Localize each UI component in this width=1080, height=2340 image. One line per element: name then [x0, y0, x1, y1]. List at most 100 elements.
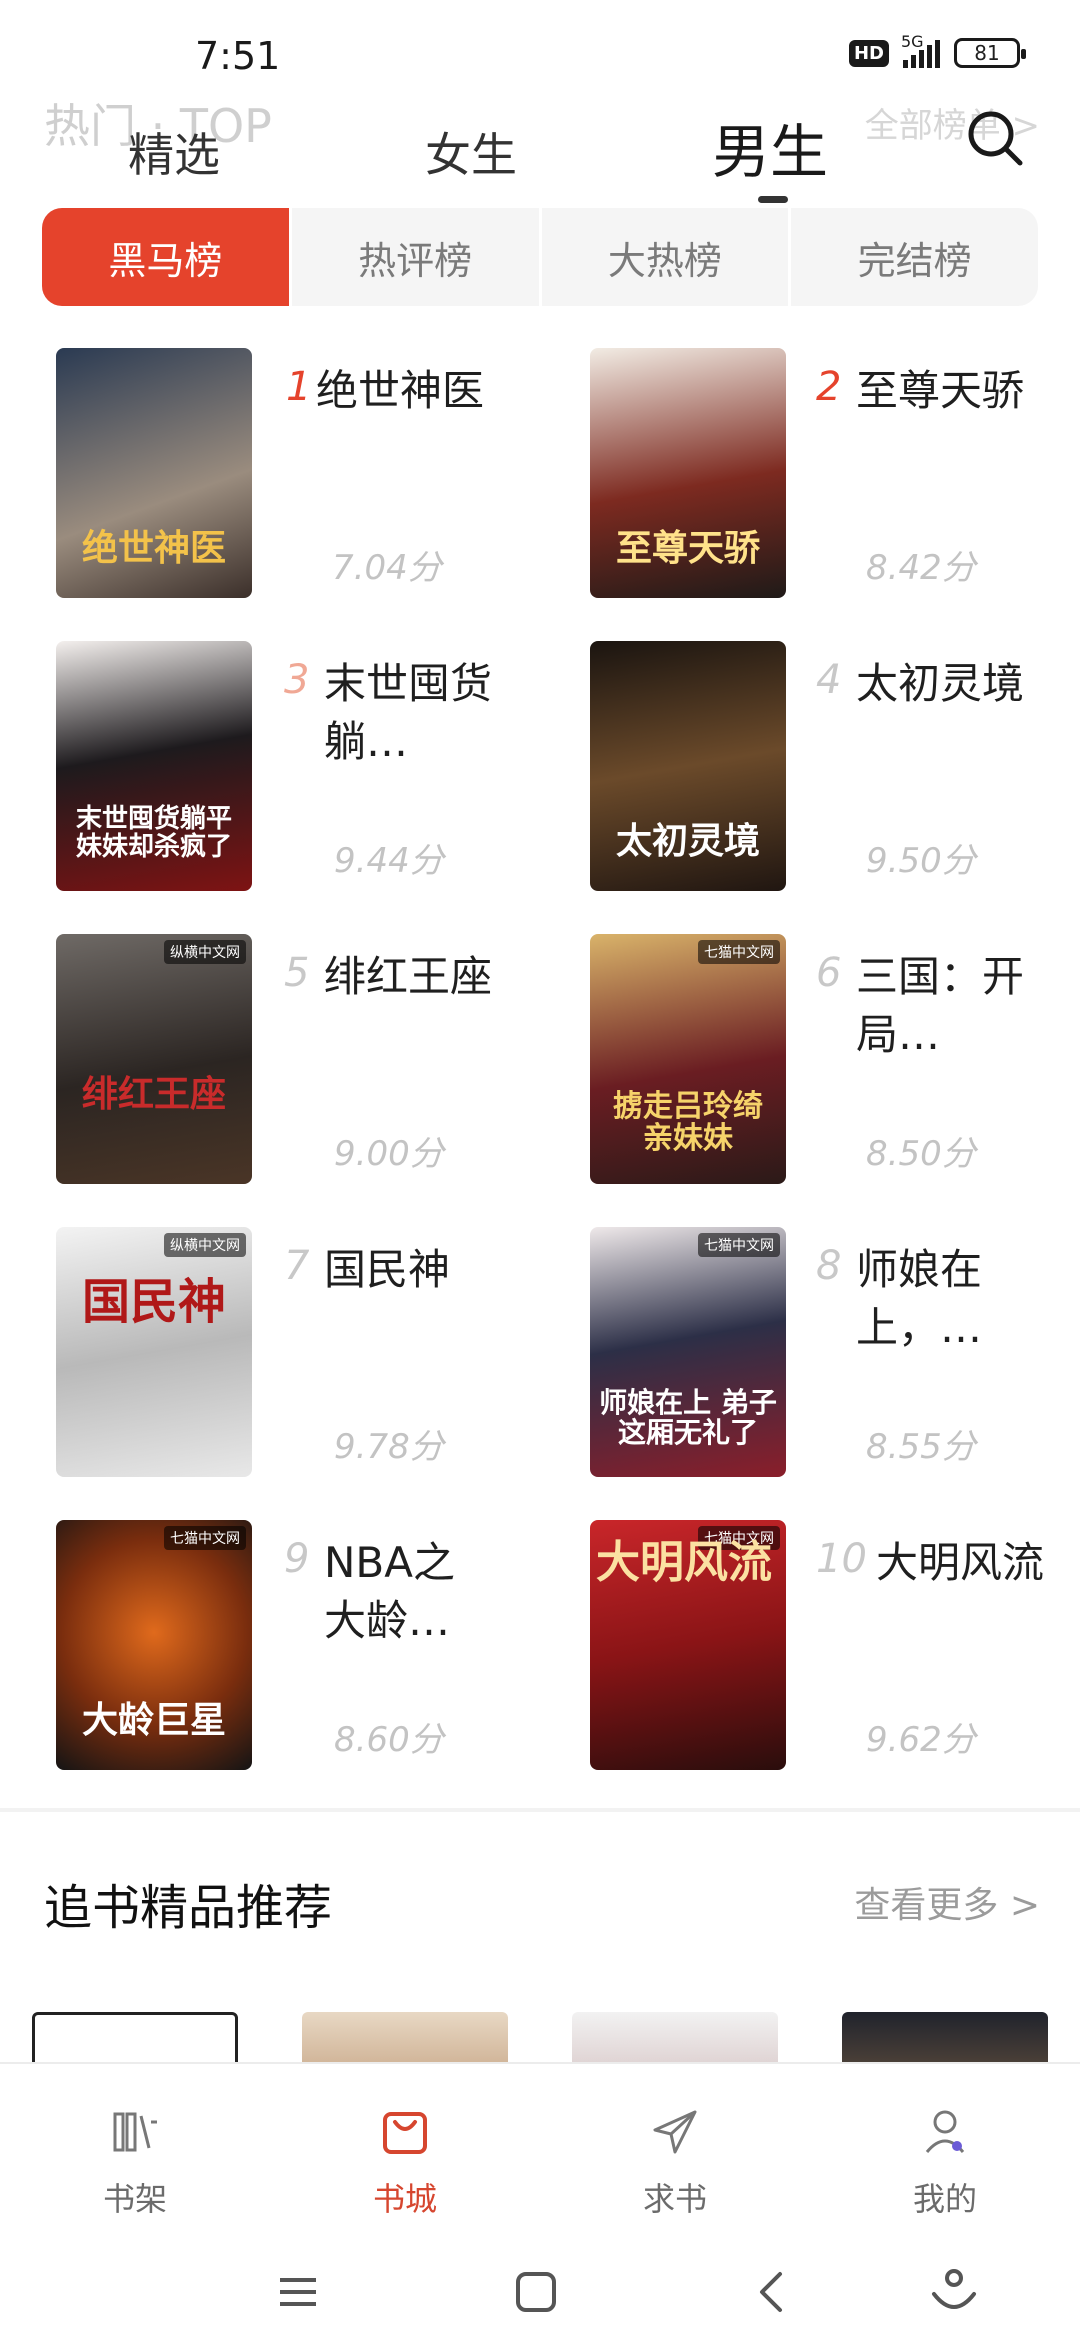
status-indicators: HD 5G 81: [848, 32, 1026, 68]
book-score: 8.50分: [866, 1134, 976, 1174]
profile-icon: [925, 2110, 965, 2153]
rank-tab-completed[interactable]: 完结榜: [791, 208, 1038, 306]
nav-request-book[interactable]: 求书: [540, 2064, 810, 2232]
book-item[interactable]: 七猫中文网 师娘在上 弟子这厢无礼了 8 师娘在上，… 8.55分: [590, 1227, 1080, 1487]
nav-label: 我的: [912, 2180, 977, 2218]
book-cover[interactable]: 七猫中文网 大龄巨星: [56, 1520, 252, 1770]
status-time: 7:51: [195, 34, 281, 78]
request-book-icon: [653, 2110, 697, 2154]
cover-title-text: 太初灵境: [615, 821, 760, 863]
home-icon[interactable]: [506, 2262, 566, 2322]
book-score: 9.50分: [866, 841, 976, 881]
book-item[interactable]: 绝世神医 1 绝世神医 7.04分: [56, 348, 556, 608]
book-score: 9.44分: [334, 841, 444, 881]
cover-title-text: 大明风流: [596, 1537, 772, 1588]
active-tab-indicator: [758, 196, 788, 203]
book-title: 大明风流: [876, 1538, 1045, 1587]
book-item[interactable]: 纵横中文网 绯红王座 5 绯红王座 9.00分: [56, 934, 556, 1194]
rank-number: 2: [816, 364, 842, 410]
book-cover[interactable]: 纵横中文网 绯红王座: [56, 934, 252, 1184]
nav-bookshelf[interactable]: 书架: [0, 2064, 270, 2232]
rank-number: 4: [816, 657, 842, 703]
rank-number: 6: [816, 950, 842, 996]
book-title: 绝世神医: [316, 366, 485, 415]
nav-profile[interactable]: 我的: [810, 2064, 1080, 2232]
book-cover[interactable]: 末世囤货躺平 妹妹却杀疯了: [56, 641, 252, 891]
cover-title-text: 大龄巨星: [81, 1700, 226, 1742]
book-cover[interactable]: 太初灵境: [590, 641, 786, 891]
rank-number: 7: [284, 1243, 310, 1289]
cover-title-text: 师娘在上 弟子这厢无礼了: [599, 1386, 777, 1449]
rank-tab-dark-horse[interactable]: 黑马榜: [42, 208, 292, 306]
nav-label: 书城: [372, 2180, 437, 2218]
book-cover[interactable]: 七猫中文网 大明风流: [590, 1520, 786, 1770]
book-cover[interactable]: 纵横中文网 国民神: [56, 1227, 252, 1477]
book-item[interactable]: 末世囤货躺平 妹妹却杀疯了 3 末世囤货躺… 9.44分: [56, 641, 556, 901]
book-cover[interactable]: 七猫中文网 掳走吕玲绮 亲妹妹: [590, 934, 786, 1184]
status-bar: 7:51 HD 5G 81: [0, 0, 1080, 90]
bookstore-icon: [383, 2112, 427, 2154]
system-nav-bar: [0, 2232, 1080, 2340]
assistant-icon[interactable]: [924, 2262, 984, 2322]
tab-female[interactable]: 女生: [425, 119, 517, 185]
cover-title-text: 掳走吕玲绮 亲妹妹: [613, 1089, 763, 1156]
book-item[interactable]: 七猫中文网 大龄巨星 9 NBA之大龄… 8.60分: [56, 1520, 556, 1780]
cover-title-text: 绯红王座: [81, 1074, 226, 1116]
book-title: 三国：开局…: [856, 952, 1025, 1059]
book-score: 8.60分: [334, 1720, 444, 1760]
view-more-link[interactable]: 查看更多 >: [854, 1876, 1040, 1928]
book-item[interactable]: 七猫中文网 掳走吕玲绮 亲妹妹 6 三国：开局… 8.50分: [590, 934, 1080, 1194]
book-item[interactable]: 七猫中文网 大明风流 10 大明风流 9.62分: [590, 1520, 1080, 1780]
book-title: NBA之大龄…: [324, 1538, 455, 1645]
book-score: 9.78分: [334, 1427, 444, 1467]
network-type: 5G: [901, 32, 924, 51]
publisher-badge: 七猫中文网: [698, 940, 780, 964]
book-item[interactable]: 至尊天骄 2 至尊天骄 8.42分: [590, 348, 1080, 608]
cover-title-text: 至尊天骄: [615, 528, 760, 570]
publisher-badge: 七猫中文网: [698, 1233, 780, 1257]
book-item[interactable]: 太初灵境 4 太初灵境 9.50分: [590, 641, 1080, 901]
book-title: 太初灵境: [856, 659, 1025, 708]
bookshelf-icon: [113, 2112, 157, 2152]
rank-tab-bar: 黑马榜 热评榜 大热榜 完结榜: [42, 208, 1038, 306]
book-cover[interactable]: 至尊天骄: [590, 348, 786, 598]
nav-label: 求书: [642, 2180, 707, 2218]
back-icon[interactable]: [744, 2262, 804, 2322]
rank-number: 9: [284, 1536, 310, 1582]
battery-level: 81: [974, 41, 1000, 65]
nav-label: 书架: [102, 2180, 167, 2218]
book-title: 国民神: [324, 1245, 451, 1294]
rank-tab-hot-reviews[interactable]: 热评榜: [292, 208, 542, 306]
rank-number: 1: [286, 364, 312, 410]
hd-badge: HD: [848, 39, 889, 67]
top-tab-bar: 精选 女生 男生: [0, 105, 1080, 215]
nav-bookstore[interactable]: 书城: [270, 2064, 540, 2232]
rank-number: 8: [816, 1243, 842, 1289]
publisher-badge: 纵横中文网: [164, 1233, 246, 1257]
section-divider: [0, 1808, 1080, 1812]
search-icon[interactable]: [965, 108, 1025, 168]
book-cover[interactable]: 七猫中文网 师娘在上 弟子这厢无礼了: [590, 1227, 786, 1477]
book-score: 8.42分: [866, 548, 976, 588]
signal-icon: 5G: [901, 32, 940, 68]
book-item[interactable]: 纵横中文网 国民神 7 国民神 9.78分: [56, 1227, 556, 1487]
tab-featured[interactable]: 精选: [128, 119, 220, 185]
battery-icon: 81: [954, 38, 1026, 68]
book-score: 8.55分: [866, 1427, 976, 1467]
menu-icon[interactable]: [268, 2262, 328, 2322]
book-cover[interactable]: 绝世神医: [56, 348, 252, 598]
cover-title-text: 绝世神医: [81, 528, 226, 570]
bottom-nav: 书架 书城 求书 我的: [0, 2062, 1080, 2232]
rank-number: 10: [816, 1536, 867, 1582]
book-title: 师娘在上，…: [856, 1245, 983, 1352]
book-score: 7.04分: [332, 548, 442, 588]
cover-title-text: 国民神: [81, 1274, 226, 1330]
publisher-badge: 七猫中文网: [164, 1526, 246, 1550]
tab-male[interactable]: 男生: [712, 105, 828, 189]
rank-number: 3: [284, 657, 310, 703]
book-title: 末世囤货躺…: [324, 659, 493, 766]
rank-tab-popular[interactable]: 大热榜: [542, 208, 792, 306]
cover-title-text: 末世囤货躺平 妹妹却杀疯了: [75, 804, 232, 862]
publisher-badge: 纵横中文网: [164, 940, 246, 964]
book-score: 9.62分: [866, 1720, 976, 1760]
